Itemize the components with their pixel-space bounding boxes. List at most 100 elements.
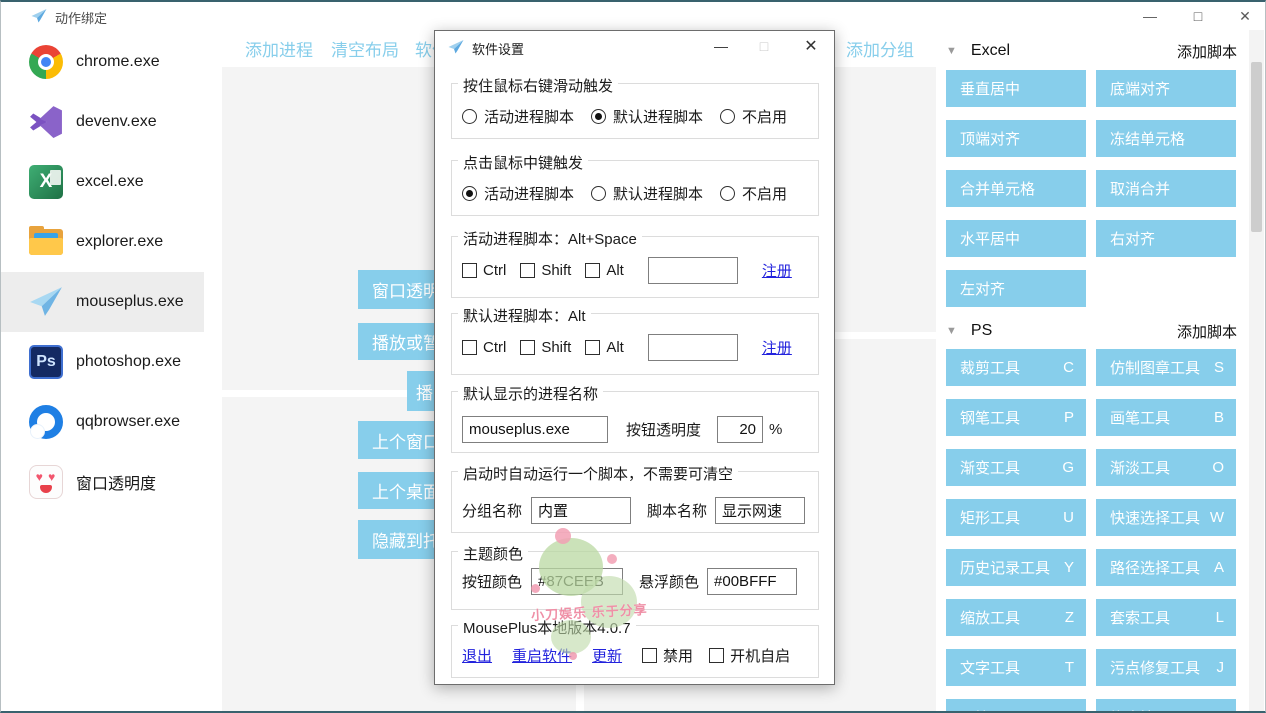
dialog-maximize-button[interactable]: □ xyxy=(751,33,777,59)
shortcut-key: U xyxy=(1063,509,1074,526)
script-button-label: 画笔工具 xyxy=(1110,407,1170,428)
collapse-chevron-icon[interactable]: ▼ xyxy=(946,325,957,337)
script-button[interactable]: 路径选择工具A xyxy=(1096,549,1236,586)
checkbox[interactable] xyxy=(520,340,535,355)
checkbox-label: Ctrl xyxy=(483,339,506,356)
button-color-input[interactable] xyxy=(531,568,623,595)
shortcut-key: I xyxy=(1070,709,1074,713)
sidebar-item-explorer[interactable]: explorer.exe xyxy=(1,212,221,272)
group-name-input[interactable] xyxy=(531,497,631,524)
exit-link[interactable]: 退出 xyxy=(462,645,492,666)
restart-link[interactable]: 重启软件 xyxy=(512,645,572,666)
dialog-minimize-button[interactable]: — xyxy=(708,33,734,59)
sidebar-item-devenv[interactable]: devenv.exe xyxy=(1,92,221,152)
checkbox[interactable] xyxy=(520,263,535,278)
add-script-link[interactable]: 添加脚本 xyxy=(1177,41,1237,62)
opacity-label: 按钮透明度 xyxy=(626,419,701,440)
percent-unit: % xyxy=(769,421,782,438)
checkbox-option: Alt xyxy=(585,339,624,356)
script-button[interactable]: 历史记录工具Y xyxy=(946,549,1086,586)
script-name-input[interactable] xyxy=(715,497,805,524)
shortcut-key: T xyxy=(1065,659,1074,676)
script-button[interactable]: 文字工具T xyxy=(946,649,1086,686)
radio-button[interactable] xyxy=(720,109,735,124)
update-link[interactable]: 更新 xyxy=(592,645,622,666)
script-button-label: 路径选择工具 xyxy=(1110,557,1200,578)
close-button[interactable]: ✕ xyxy=(1229,2,1261,30)
process-name-input[interactable] xyxy=(462,416,608,443)
checkbox[interactable] xyxy=(462,263,477,278)
script-button[interactable]: 顶端对齐 xyxy=(946,120,1086,157)
checkbox-label: Ctrl xyxy=(483,262,506,279)
script-button[interactable]: 合并单元格 xyxy=(946,170,1086,207)
script-button[interactable]: 右对齐 xyxy=(1096,220,1236,257)
script-button[interactable]: 快速选择工具W xyxy=(1096,499,1236,536)
script-button[interactable]: 缩放工具Z xyxy=(946,599,1086,636)
collapse-chevron-icon[interactable]: ▼ xyxy=(946,45,957,57)
script-button[interactable]: 取消合并 xyxy=(1096,170,1236,207)
radio-button[interactable] xyxy=(591,186,606,201)
radio-option: 活动进程脚本 xyxy=(462,183,574,204)
checkbox[interactable] xyxy=(709,648,724,663)
script-button[interactable]: 冻结单元格 xyxy=(1096,120,1236,157)
script-button[interactable]: 污点修复工具J xyxy=(1096,649,1236,686)
script-button[interactable]: 裁剪工具C xyxy=(946,349,1086,386)
script-button-label: 顶端对齐 xyxy=(960,128,1020,149)
script-button[interactable]: 矩形工具 U xyxy=(946,499,1086,536)
radio-button[interactable] xyxy=(462,109,477,124)
script-button-label: 矩形工具 xyxy=(960,507,1020,528)
register-link[interactable]: 注册 xyxy=(762,337,792,358)
script-button-label: 吸管工具 xyxy=(960,707,1020,713)
maximize-button[interactable]: □ xyxy=(1182,2,1214,30)
script-button[interactable]: 套索工具L xyxy=(1096,599,1236,636)
checkbox-option: Ctrl xyxy=(462,262,506,279)
radio-button-checked[interactable] xyxy=(462,186,477,201)
radio-option: 不启用 xyxy=(720,106,787,127)
checkbox-option: Shift xyxy=(520,262,571,279)
checkbox-label: Shift xyxy=(541,262,571,279)
add-script-link[interactable]: 添加脚本 xyxy=(1177,321,1237,342)
sidebar-item-excel[interactable]: X excel.exe xyxy=(1,152,221,212)
checkbox[interactable] xyxy=(585,263,600,278)
checkbox[interactable] xyxy=(642,648,657,663)
script-button[interactable]: 仿制图章工具S xyxy=(1096,349,1236,386)
checkbox[interactable] xyxy=(462,340,477,355)
button-opacity-input[interactable] xyxy=(717,416,763,443)
hover-color-input[interactable] xyxy=(707,568,797,595)
script-button[interactable]: 底端对齐 xyxy=(1096,70,1236,107)
dialog-close-button[interactable]: ✕ xyxy=(798,33,824,59)
radio-button[interactable] xyxy=(720,186,735,201)
sidebar-item-label: photoshop.exe xyxy=(76,353,181,371)
script-button[interactable]: 橡皮擦工具E xyxy=(1096,699,1236,713)
register-link[interactable]: 注册 xyxy=(762,260,792,281)
sidebar-item-window-opacity[interactable]: ♥ ♥ 窗口透明度 xyxy=(1,452,221,512)
nav-clear-layout[interactable]: 清空布局 xyxy=(331,36,399,61)
radio-button-checked[interactable] xyxy=(591,109,606,124)
hotkey-input[interactable] xyxy=(648,257,738,284)
nav-add-group[interactable]: 添加分组 xyxy=(846,36,914,61)
script-button[interactable]: 渐淡工具O xyxy=(1096,449,1236,486)
radio-option: 不启用 xyxy=(720,183,787,204)
script-button[interactable]: 垂直居中 xyxy=(946,70,1086,107)
sidebar-item-qqbrowser[interactable]: qqbrowser.exe xyxy=(1,392,221,452)
sidebar-item-photoshop[interactable]: Ps photoshop.exe xyxy=(1,332,221,392)
script-button[interactable]: 钢笔工具P xyxy=(946,399,1086,436)
hotkey-input[interactable] xyxy=(648,334,738,361)
shortcut-key: Y xyxy=(1064,559,1074,576)
sidebar-item-chrome[interactable]: chrome.exe xyxy=(1,32,221,92)
script-button[interactable]: 左对齐 xyxy=(946,270,1086,307)
shortcut-key: J xyxy=(1217,659,1225,676)
script-button[interactable]: 吸管工具 I xyxy=(946,699,1086,713)
group-default-hotkey: 默认进程脚本：Alt Ctrl Shift Alt 注册 xyxy=(451,313,819,375)
minimize-button[interactable]: — xyxy=(1134,2,1166,30)
script-button[interactable]: 画笔工具B xyxy=(1096,399,1236,436)
scrollbar-track[interactable] xyxy=(1249,30,1264,711)
script-button-label: 橡皮擦工具 xyxy=(1110,707,1185,713)
script-button[interactable]: 水平居中 xyxy=(946,220,1086,257)
script-button[interactable]: 渐变工具G xyxy=(946,449,1086,486)
nav-add-process[interactable]: 添加进程 xyxy=(245,36,313,61)
sidebar-item-mouseplus[interactable]: mouseplus.exe xyxy=(1,272,204,332)
scrollbar-thumb[interactable] xyxy=(1251,62,1262,232)
checkbox[interactable] xyxy=(585,340,600,355)
shortcut-key: W xyxy=(1210,509,1224,526)
